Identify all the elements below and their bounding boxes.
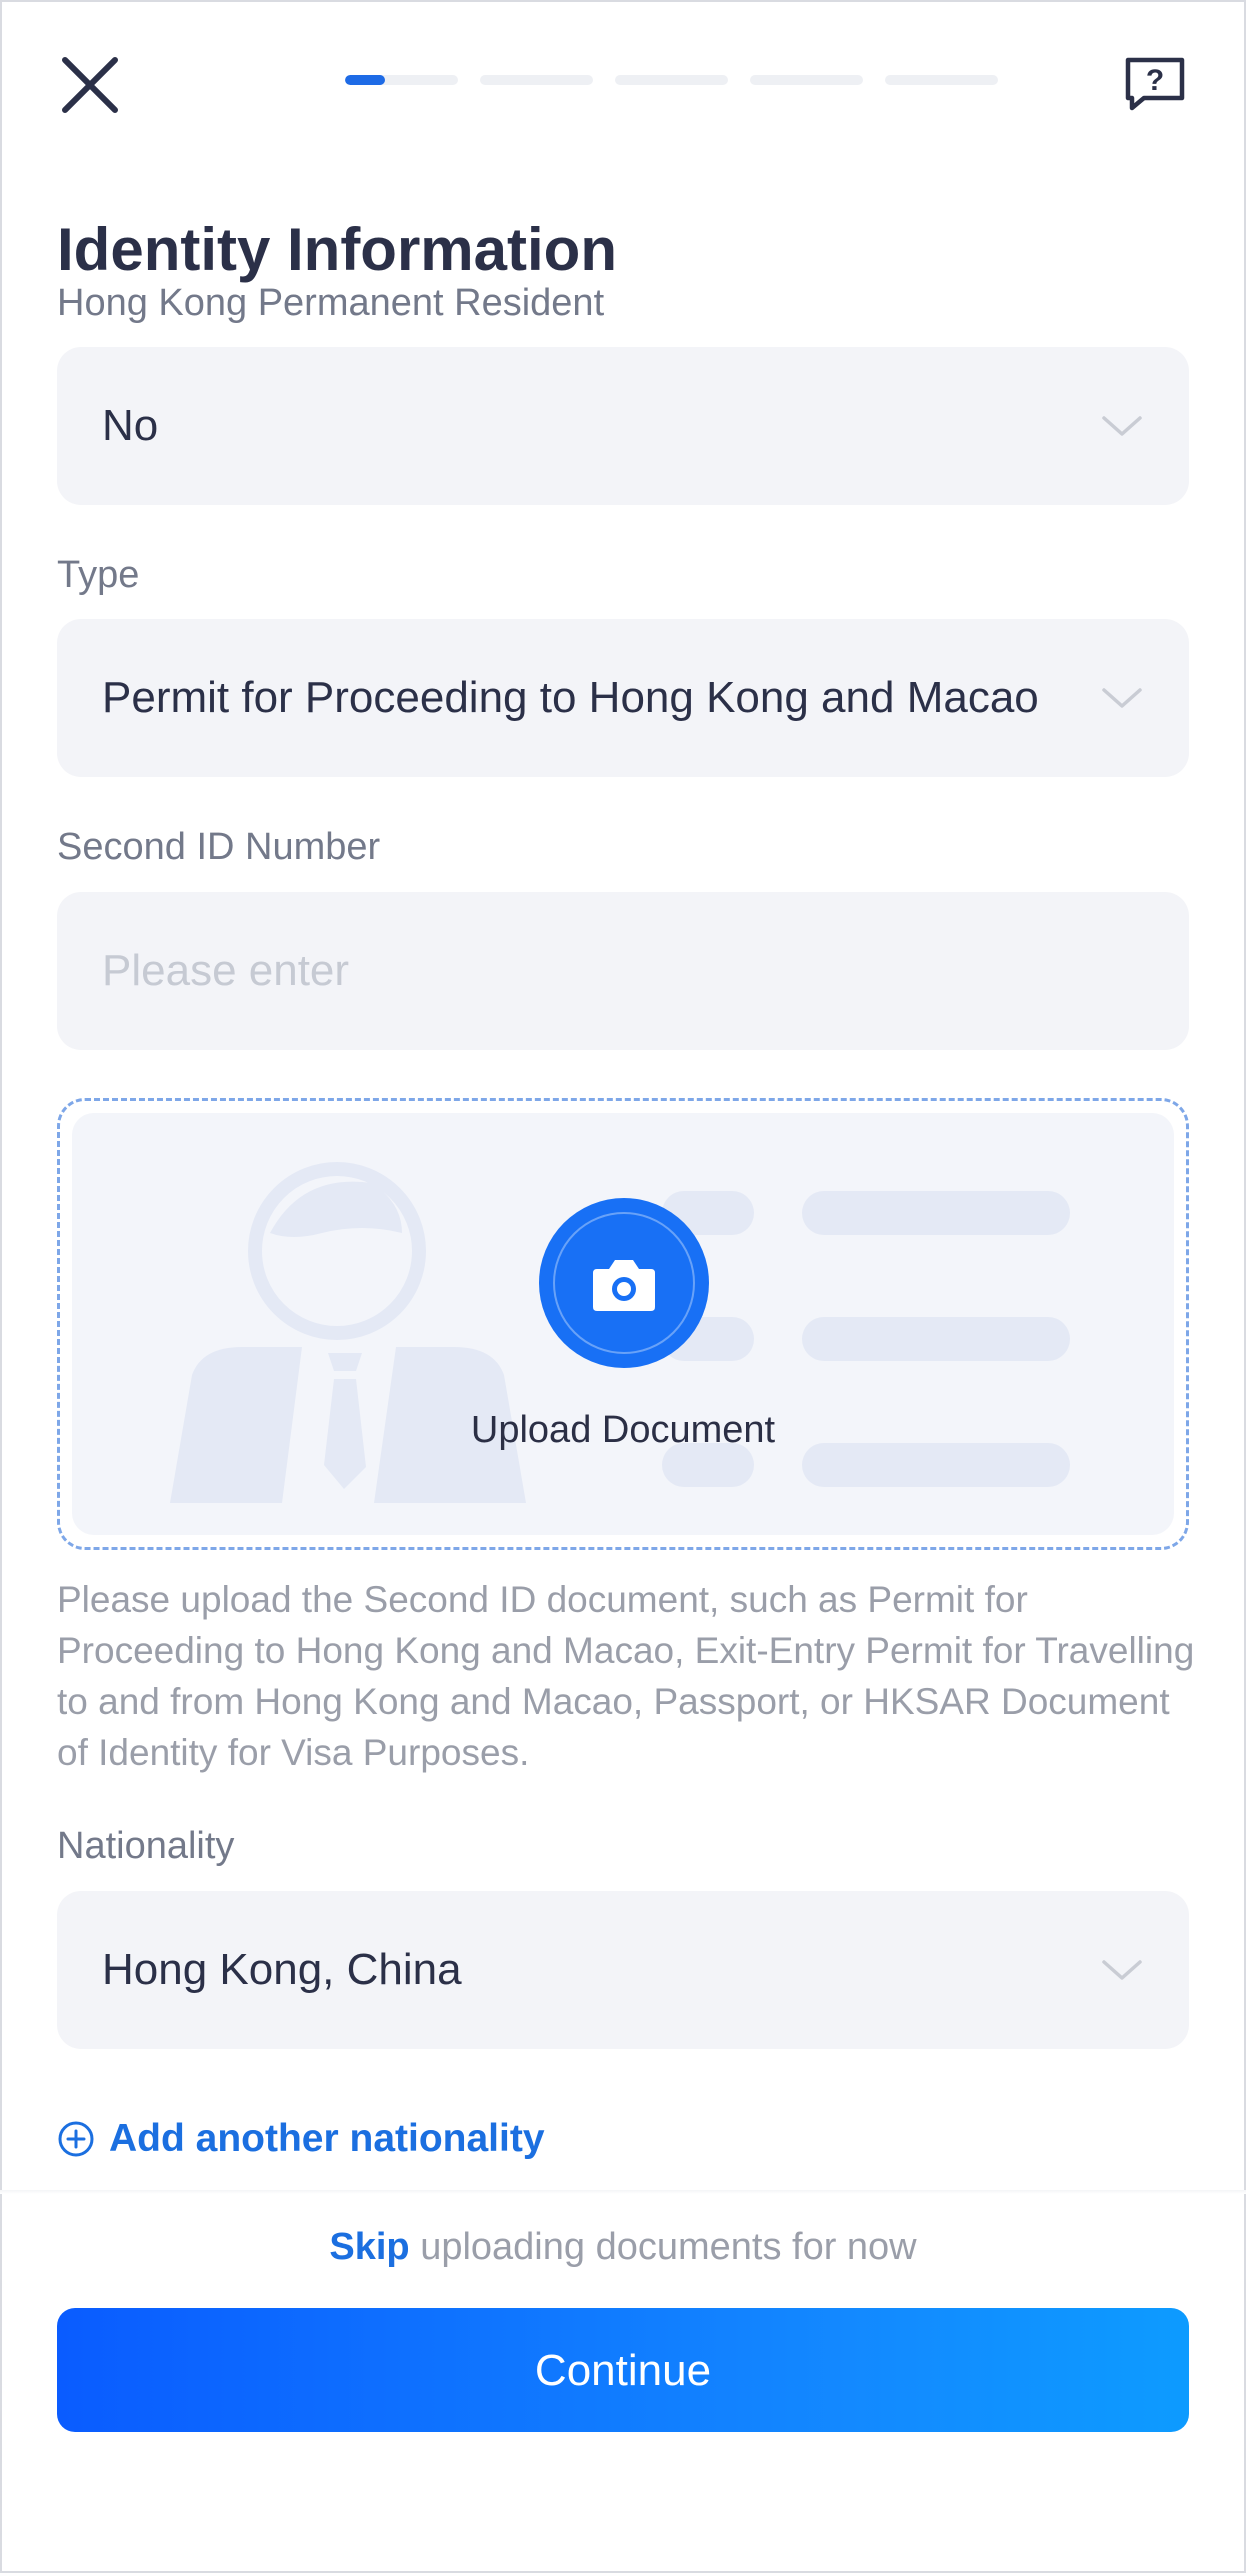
- progress-step-fill: [345, 75, 385, 85]
- skip-upload-row: Skip uploading documents for now: [0, 2226, 1246, 2269]
- upload-document-card[interactable]: Upload Document: [57, 1098, 1189, 1550]
- permanent-resident-value: No: [102, 401, 159, 450]
- progress-step: [345, 75, 458, 85]
- permanent-resident-select[interactable]: No: [57, 347, 1189, 505]
- progress-step: [615, 75, 728, 85]
- camera-icon: [593, 1260, 655, 1311]
- chevron-down-icon: [1102, 688, 1142, 708]
- camera-upload-button[interactable]: [539, 1198, 709, 1368]
- type-label: Type: [57, 554, 140, 596]
- continue-button[interactable]: Continue: [57, 2308, 1189, 2432]
- second-id-field: [57, 892, 1189, 1050]
- add-nationality-label: Add another nationality: [109, 2117, 545, 2160]
- skip-link[interactable]: Skip: [329, 2226, 409, 2268]
- second-id-input[interactable]: [102, 946, 1102, 996]
- header: ?: [0, 0, 1246, 165]
- plus-circle-icon: [58, 2121, 94, 2157]
- footer-divider: [0, 2190, 1246, 2194]
- second-id-label: Second ID Number: [57, 826, 381, 868]
- type-select[interactable]: Permit for Proceeding to Hong Kong and M…: [57, 619, 1189, 777]
- upload-document-label: Upload Document: [470, 1409, 776, 1451]
- nationality-value: Hong Kong, China: [102, 1945, 462, 1994]
- nationality-label: Nationality: [57, 1825, 235, 1867]
- progress-indicator: [345, 75, 998, 85]
- svg-text:?: ?: [1146, 64, 1164, 97]
- progress-step: [750, 75, 863, 85]
- type-value: Permit for Proceeding to Hong Kong and M…: [102, 673, 1039, 722]
- nationality-select[interactable]: Hong Kong, China: [57, 1891, 1189, 2049]
- chevron-down-icon: [1102, 416, 1142, 436]
- close-icon[interactable]: [57, 52, 123, 118]
- upload-document-area: Upload Document: [72, 1113, 1174, 1535]
- page-title: Identity Information: [57, 216, 617, 283]
- skip-description: uploading documents for now: [420, 2226, 917, 2268]
- chevron-down-icon: [1102, 1960, 1142, 1980]
- progress-step: [480, 75, 593, 85]
- add-nationality-link[interactable]: Add another nationality: [57, 2117, 545, 2161]
- progress-step: [885, 75, 998, 85]
- help-chat-icon[interactable]: ?: [1122, 54, 1188, 114]
- upload-helper-text: Please upload the Second ID document, su…: [57, 1579, 1195, 1773]
- permanent-resident-label: Hong Kong Permanent Resident: [57, 282, 605, 324]
